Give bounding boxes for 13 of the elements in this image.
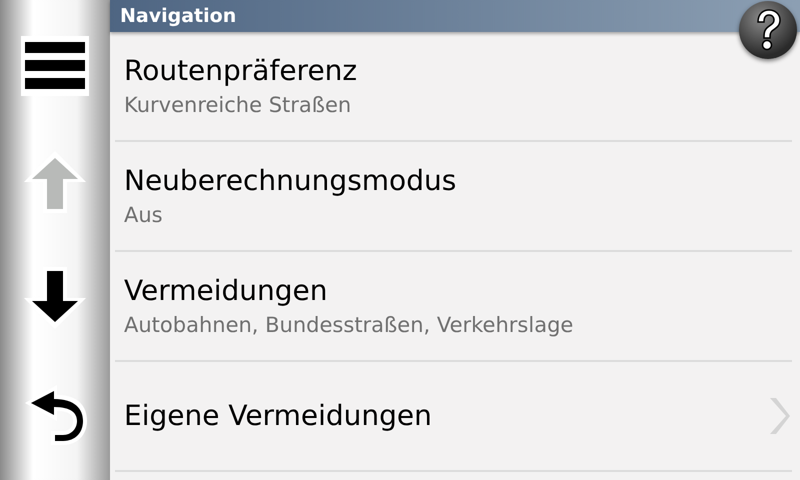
help-button[interactable] <box>739 1 797 59</box>
setting-value: Kurvenreiche Straßen <box>124 92 352 119</box>
setting-value: Aus <box>124 202 164 229</box>
page-title: Navigation <box>120 4 236 29</box>
setting-title: Neuberechnungsmodus <box>124 163 458 199</box>
settings-row[interactable]: Neuberechnungsmodus Aus <box>115 142 792 252</box>
setting-value: Autobahnen, Bundesstraßen, Verkehrslage <box>124 312 574 339</box>
settings-row[interactable]: Vermeidungen Autobahnen, Bundesstraßen, Verkehrslage <box>115 252 792 362</box>
setting-title: Vermeidungen <box>124 273 329 309</box>
menu-icon <box>21 36 89 96</box>
setting-title: Routenpräferenz <box>124 53 358 89</box>
settings-row[interactable]: Eigene Vermeidungen <box>115 362 792 472</box>
setting-title: Eigene Vermeidungen <box>124 398 433 434</box>
